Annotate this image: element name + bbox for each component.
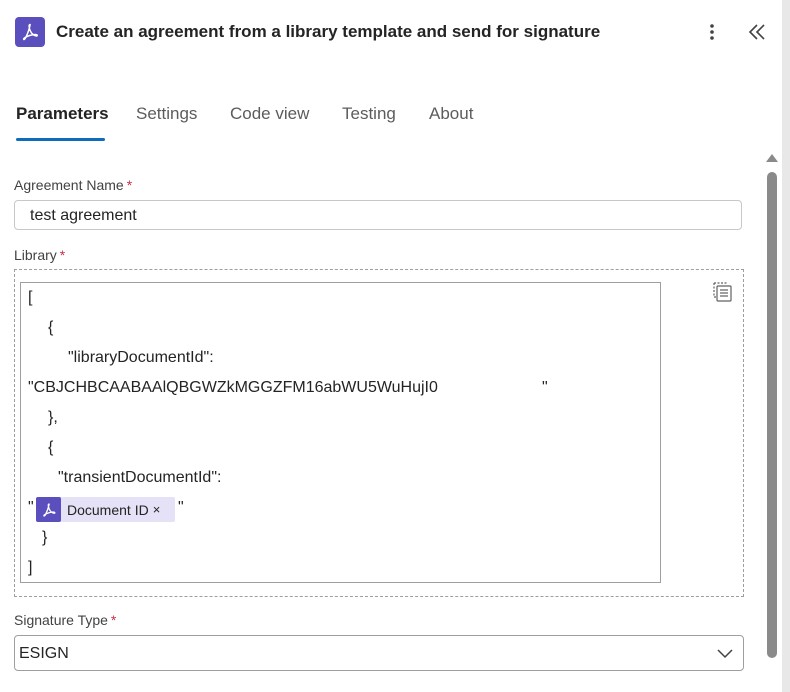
copy-icon[interactable] <box>711 280 735 304</box>
adobe-acrobat-sign-icon <box>36 497 61 522</box>
code-line: "CBJCHBCAABAAlQBGWZkMGGZFM16abWU5WuHujI0 <box>28 379 438 396</box>
dynamic-content-token[interactable]: Document ID × <box>36 497 175 522</box>
active-tab-indicator <box>16 138 105 141</box>
collapse-panel-button[interactable] <box>744 19 770 45</box>
code-line: "transientDocumentId": <box>58 469 222 486</box>
chevron-down-icon <box>717 649 733 659</box>
page-title: Create an agreement from a library templ… <box>56 22 601 41</box>
required-marker: * <box>126 177 133 193</box>
agreement-name-label-text: Agreement Name <box>14 177 124 193</box>
code-line: } <box>42 529 48 546</box>
library-label-text: Library <box>14 247 57 263</box>
required-marker: * <box>59 247 66 263</box>
more-vertical-icon <box>710 24 714 40</box>
signature-type-label: Signature Type * <box>14 612 116 628</box>
tab-testing[interactable]: Testing <box>342 104 396 124</box>
required-marker: * <box>110 612 117 628</box>
code-line: " <box>28 499 34 516</box>
agreement-name-label: Agreement Name * <box>14 177 132 193</box>
code-line: }, <box>48 409 58 426</box>
signature-type-value: ESIGN <box>19 645 69 662</box>
code-line: { <box>48 439 54 456</box>
code-line: { <box>48 319 54 336</box>
signature-type-label-text: Signature Type <box>14 612 108 628</box>
more-options-button[interactable] <box>700 19 724 45</box>
scroll-up-arrow-icon[interactable] <box>765 152 779 164</box>
tab-code-view[interactable]: Code view <box>230 104 309 124</box>
code-line: " <box>542 379 548 396</box>
library-label: Library * <box>14 247 65 263</box>
code-line: " <box>178 499 184 516</box>
tab-settings[interactable]: Settings <box>136 104 197 124</box>
scrollbar-thumb[interactable] <box>767 172 777 658</box>
token-label: Document ID <box>67 501 149 518</box>
panel-divider <box>782 0 790 692</box>
remove-token-button[interactable]: × <box>153 502 161 517</box>
code-line: ] <box>28 559 33 576</box>
adobe-acrobat-sign-icon <box>15 17 45 47</box>
signature-type-dropdown[interactable]: ESIGN <box>14 635 744 671</box>
agreement-name-input[interactable]: test agreement <box>14 200 742 230</box>
library-json-editor[interactable] <box>20 282 661 583</box>
double-chevron-left-icon <box>748 24 765 40</box>
panel-header: Create an agreement from a library templ… <box>0 0 782 66</box>
code-line: "libraryDocumentId": <box>68 349 214 366</box>
tab-about[interactable]: About <box>429 104 473 124</box>
code-line: [ <box>28 289 33 306</box>
tab-parameters[interactable]: Parameters <box>16 104 109 124</box>
